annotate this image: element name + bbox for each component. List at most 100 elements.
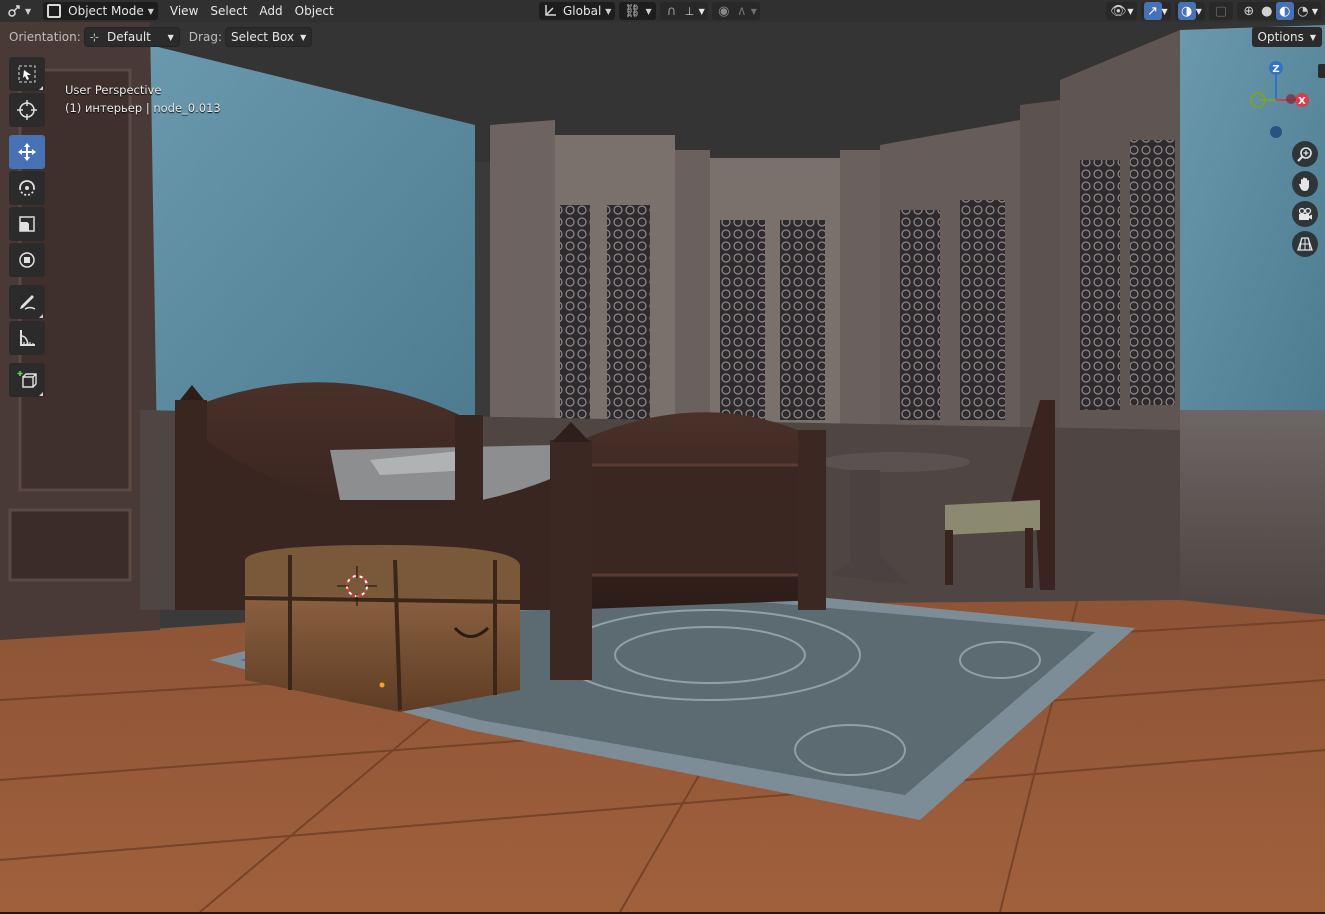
chevron-down-icon: ▼ bbox=[167, 32, 174, 42]
pan-button[interactable] bbox=[1292, 171, 1318, 197]
negative-z-handle[interactable] bbox=[1270, 126, 1282, 138]
overlay-group: ◑ ▼ bbox=[1174, 2, 1205, 20]
hand-icon bbox=[1299, 177, 1309, 191]
tool-variants-indicator bbox=[39, 314, 43, 318]
add-cube-tool[interactable] bbox=[9, 363, 45, 397]
3d-viewport[interactable]: User Perspective (1) интерьер | node_0.0… bbox=[0, 22, 1325, 912]
transform-icon bbox=[19, 252, 35, 268]
measure-icon bbox=[20, 330, 35, 346]
transform-orientation-label: Global bbox=[563, 4, 602, 18]
editor-type-icon bbox=[8, 5, 20, 17]
scene-render bbox=[0, 22, 1325, 912]
negative-x-handle[interactable] bbox=[1286, 94, 1296, 104]
drag-label: Drag: bbox=[188, 30, 222, 44]
visibility-group: 👁 ▼ bbox=[1106, 2, 1137, 20]
move-icon bbox=[18, 143, 36, 161]
measure-tool[interactable] bbox=[9, 321, 45, 355]
object-mode-icon bbox=[47, 4, 62, 18]
falloff-curve-icon[interactable]: ∧ bbox=[733, 2, 751, 20]
rendered-shading-icon[interactable]: ◔ bbox=[1294, 2, 1312, 20]
mode-dropdown[interactable]: Object Mode ▼ bbox=[43, 2, 158, 20]
chevron-down-icon: ▼ bbox=[645, 6, 652, 16]
navigation-gizmo[interactable]: Z X bbox=[1240, 55, 1320, 145]
orientation-axes-icon bbox=[545, 5, 556, 16]
xray-group: ▢ bbox=[1208, 2, 1233, 20]
scale-icon bbox=[19, 216, 35, 232]
xray-toggle-icon[interactable]: ▢ bbox=[1212, 2, 1230, 20]
pivot-link-icon: ⛓ bbox=[624, 3, 641, 19]
tool-variants-indicator bbox=[39, 392, 43, 396]
rotate-tool[interactable] bbox=[9, 171, 45, 205]
select-box-tool[interactable] bbox=[9, 57, 45, 91]
annotate-icon bbox=[20, 295, 36, 310]
chevron-down-icon: ▼ bbox=[25, 6, 32, 16]
wireframe-shading-icon[interactable]: ⊕ bbox=[1240, 2, 1258, 20]
move-tool[interactable] bbox=[9, 135, 45, 169]
solid-shading-icon[interactable]: ● bbox=[1258, 2, 1276, 20]
perspective-label: User Perspective bbox=[65, 83, 162, 97]
orientation-value: Default bbox=[107, 30, 151, 44]
header-menus: View Select Add Object bbox=[164, 2, 340, 20]
chevron-down-icon[interactable]: ▼ bbox=[1127, 7, 1133, 16]
chevron-down-icon[interactable]: ▼ bbox=[1196, 7, 1202, 16]
menu-object[interactable]: Object bbox=[289, 2, 340, 20]
transform-controls: Global ▼ ⛓ ▼ ∩ ⊥ ▼ ◉ ∧ ▼ bbox=[539, 2, 760, 20]
viewport-info: User Perspective (1) интерьер | node_0.0… bbox=[65, 81, 221, 117]
snap-magnet-icon[interactable]: ∩ bbox=[663, 2, 681, 20]
chevron-down-icon: ▼ bbox=[300, 32, 307, 42]
transform-tool[interactable] bbox=[9, 243, 45, 277]
proportional-edit-group: ◉ ∧ ▼ bbox=[711, 2, 760, 20]
grid-perspective-icon bbox=[1297, 237, 1313, 251]
proportional-edit-icon[interactable]: ◉ bbox=[715, 2, 733, 20]
gizmo-toggle-icon[interactable]: ↗ bbox=[1143, 2, 1162, 20]
orientation-label: Orientation: bbox=[9, 30, 81, 44]
active-object-label: (1) интерьер | node_0.013 bbox=[65, 101, 221, 115]
pivot-point-dropdown[interactable]: ⛓ ▼ bbox=[619, 2, 656, 20]
menu-add[interactable]: Add bbox=[253, 2, 288, 20]
annotate-tool[interactable] bbox=[9, 285, 45, 319]
scale-tool[interactable] bbox=[9, 207, 45, 241]
zoom-button[interactable] bbox=[1292, 141, 1318, 167]
eye-icon[interactable]: 👁 bbox=[1109, 2, 1127, 20]
options-label: Options bbox=[1257, 30, 1304, 44]
toolbar bbox=[9, 57, 47, 399]
chevron-down-icon: ▼ bbox=[147, 6, 154, 16]
add-cube-icon bbox=[17, 371, 37, 388]
snap-increment-icon[interactable]: ⊥ bbox=[681, 2, 699, 20]
menu-view[interactable]: View bbox=[164, 2, 204, 20]
tool-settings-bar: Orientation: ⊹ Default ▼ Drag: Select Bo… bbox=[0, 25, 1325, 49]
editor-type-button[interactable]: ▼ bbox=[3, 2, 35, 20]
chevron-down-icon[interactable]: ▼ bbox=[1312, 7, 1318, 16]
chevron-down-icon: ▼ bbox=[1309, 32, 1316, 42]
orientation-gizmo-icon: ⊹ bbox=[89, 30, 100, 44]
camera-view-button[interactable] bbox=[1292, 201, 1318, 227]
mode-label: Object Mode bbox=[68, 4, 144, 18]
chevron-down-icon: ▼ bbox=[605, 6, 612, 16]
chevron-down-icon[interactable]: ▼ bbox=[1162, 7, 1168, 16]
x-axis-label: X bbox=[1298, 96, 1306, 107]
cursor-icon bbox=[17, 100, 37, 120]
rotate-icon bbox=[19, 180, 35, 196]
camera-icon bbox=[1298, 207, 1312, 220]
material-preview-icon[interactable]: ◐ bbox=[1275, 2, 1294, 20]
viewport-shading-controls: 👁 ▼ ↗ ▼ ◑ ▼ ▢ ⊕ ● ◐ ◔ ▼ bbox=[1102, 2, 1321, 20]
transform-orientation-dropdown[interactable]: Global ▼ bbox=[539, 2, 616, 20]
chevron-down-icon[interactable]: ▼ bbox=[751, 7, 757, 16]
chevron-down-icon[interactable]: ▼ bbox=[699, 7, 705, 16]
zoom-icon bbox=[1297, 147, 1312, 162]
cursor-tool[interactable] bbox=[9, 93, 45, 127]
options-dropdown[interactable]: Options ▼ bbox=[1251, 27, 1322, 47]
gizmo-group: ↗ ▼ bbox=[1140, 2, 1171, 20]
snapping-group: ∩ ⊥ ▼ bbox=[659, 2, 708, 20]
drag-dropdown[interactable]: Select Box ▼ bbox=[225, 28, 312, 46]
shading-group: ⊕ ● ◐ ◔ ▼ bbox=[1236, 2, 1321, 20]
select-icon bbox=[18, 65, 36, 83]
menu-select[interactable]: Select bbox=[204, 2, 253, 20]
sidebar-toggle[interactable] bbox=[1318, 64, 1325, 78]
perspective-toggle-button[interactable] bbox=[1292, 231, 1318, 257]
overlay-toggle-icon[interactable]: ◑ bbox=[1177, 2, 1196, 20]
orientation-dropdown[interactable]: ⊹ Default ▼ bbox=[84, 28, 179, 46]
drag-value: Select Box bbox=[230, 30, 295, 44]
z-axis-label: Z bbox=[1272, 64, 1279, 75]
tool-variants-indicator bbox=[39, 86, 43, 90]
